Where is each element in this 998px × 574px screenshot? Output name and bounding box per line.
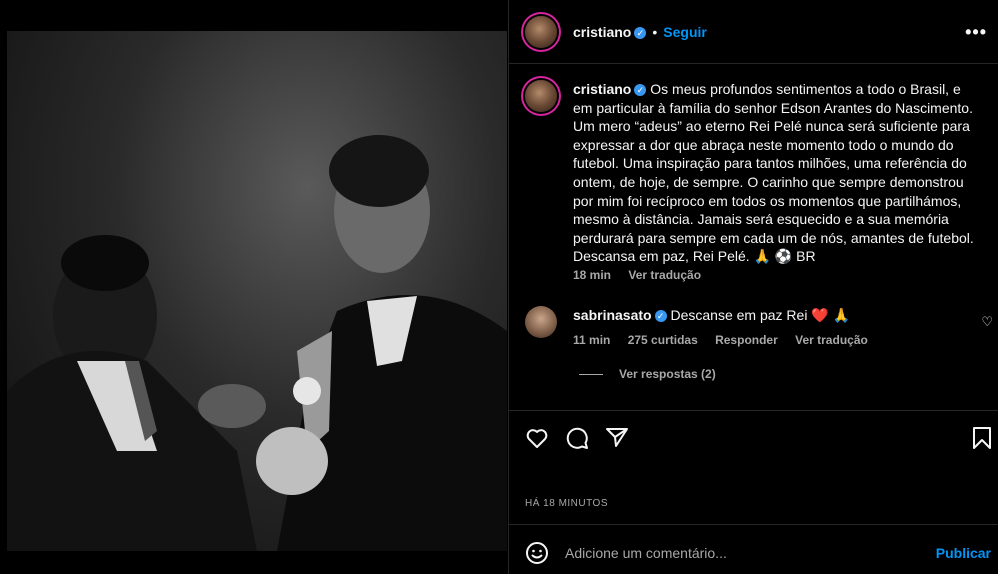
caption-meta: 18 min Ver tradução [573,268,715,282]
verified-badge-icon: ✓ [634,26,647,39]
comment-likes[interactable]: 275 curtidas [628,333,698,347]
post-timestamp: HÁ 18 MINUTOS [525,498,608,509]
save-bookmark-icon[interactable] [971,426,993,450]
like-heart-icon[interactable] [525,426,549,450]
caption-avatar[interactable] [525,80,557,112]
emoji-icon[interactable] [525,541,549,565]
publish-button[interactable]: Publicar [936,545,991,561]
view-replies-label: Ver respostas (2) [619,367,716,381]
caption-translate-link[interactable]: Ver tradução [628,268,701,282]
actions-divider [509,410,998,411]
commenter-username[interactable]: sabrinasato [573,307,652,323]
post-header: cristiano ✓ • Seguir [573,24,707,42]
comment-meta: 11 min 275 curtidas Responder Ver traduç… [573,333,882,347]
follow-button[interactable]: Seguir [663,24,707,40]
author-username[interactable]: cristiano [573,24,631,40]
input-divider [509,524,998,525]
separator-dot: • [652,24,658,40]
replies-line [579,374,603,376]
post-media-area [0,0,508,574]
verified-badge-icon: ✓ [654,310,667,323]
comment-text: Descanse em paz Rei ❤️ 🙏 [670,307,851,323]
caption-text: Os meus profundos sentimentos a todo o B… [573,81,974,265]
author-avatar[interactable] [525,16,557,48]
post-photo[interactable] [7,31,507,551]
photo-illustration [7,135,507,551]
caption-username[interactable]: cristiano [573,81,631,97]
view-replies-button[interactable]: Ver respostas (2) [579,367,716,381]
verified-badge-icon: ✓ [634,84,647,97]
more-options-icon[interactable]: ••• [965,22,987,43]
comment: sabrinasato ✓ Descanse em paz Rei ❤️ 🙏 [573,306,973,324]
comment-bubble-icon[interactable] [565,426,589,450]
commenter-avatar[interactable] [525,306,557,338]
like-comment-heart-icon[interactable]: ♡ [981,314,993,330]
caption-time: 18 min [573,268,612,282]
comment-time: 11 min [573,333,611,347]
reply-button[interactable]: Responder [715,333,778,347]
comment-translate-link[interactable]: Ver tradução [795,333,868,347]
post-details-panel: cristiano ✓ • Seguir ••• cristiano ✓ Os meus… [508,0,998,574]
share-send-icon[interactable] [605,426,629,450]
post-caption: cristiano ✓ Os meus profundos sentimentos… [573,80,981,266]
header-divider [509,63,998,64]
add-comment-input[interactable]: Adicione um comentário... [565,545,727,561]
